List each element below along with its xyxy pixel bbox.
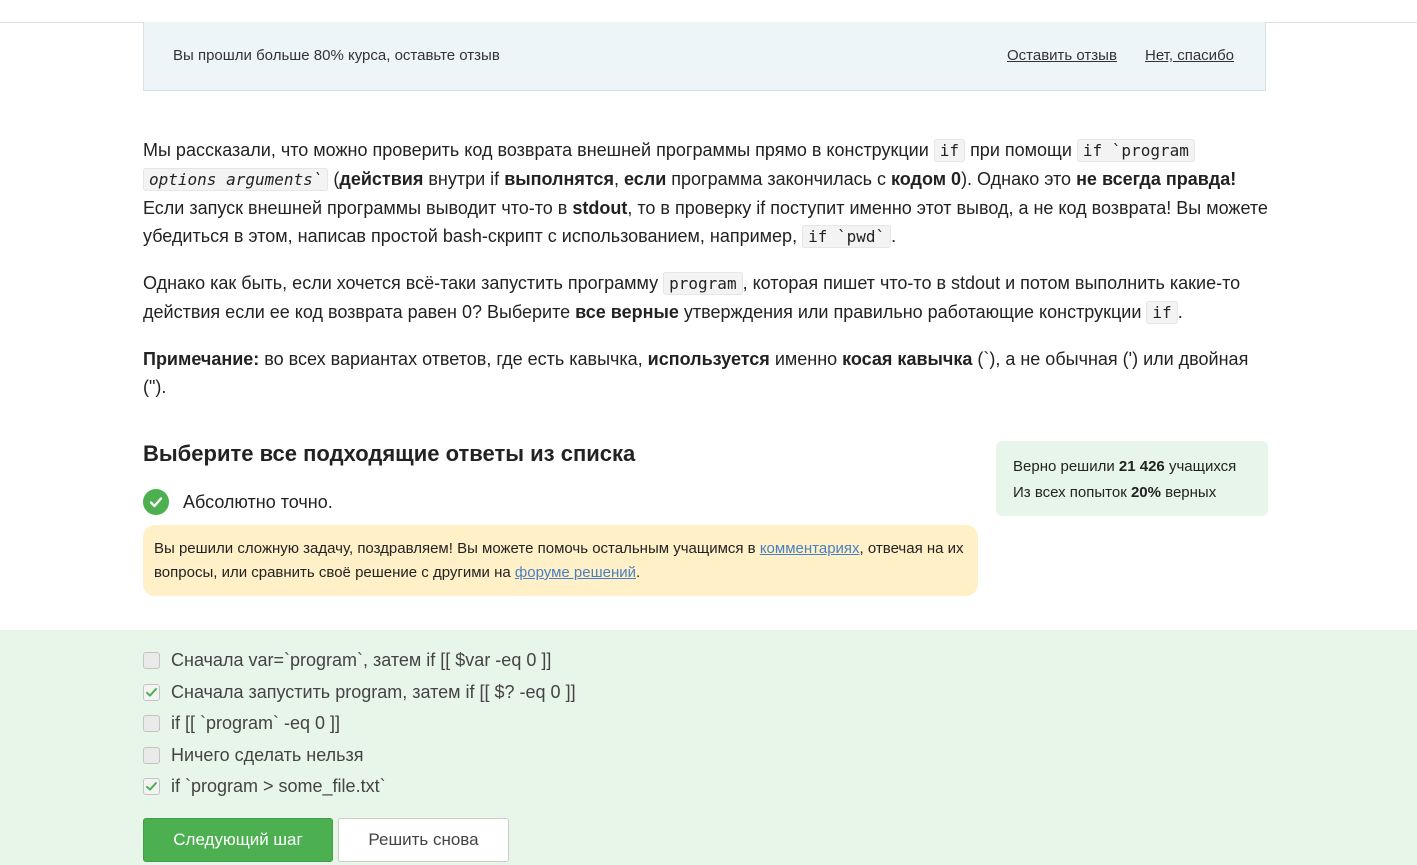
text-run: Мы рассказали, что можно проверить код в… (143, 140, 934, 160)
review-banner-text: Вы прошли больше 80% курса, оставьте отз… (173, 47, 500, 64)
answer-option-label: if [[ `program` -eq 0 ]] (171, 713, 341, 733)
bold-text: все верные (575, 302, 679, 322)
bold-text: выполнятся (504, 169, 614, 189)
answer-option[interactable]: if `program > some_file.txt` (143, 776, 386, 797)
checkmark-icon (146, 688, 157, 697)
stats-attempts: Из всех попыток 20% верных (1013, 480, 1251, 506)
lesson-paragraph-3: Примечание: во всех вариантах ответов, г… (143, 345, 1268, 401)
lesson-text: Мы рассказали, что можно проверить код в… (143, 136, 1268, 419)
text-run: Однако как быть, если хочется всё-таки з… (143, 273, 664, 293)
inline-code: if `program (1076, 139, 1195, 162)
no-thanks-link[interactable]: Нет, спасибо (1145, 47, 1234, 64)
solutions-forum-link[interactable]: форуме решений (515, 564, 636, 581)
result-text: Абсолютно точно. (183, 491, 333, 512)
bold-text: косая кавычка (842, 349, 973, 369)
checkbox[interactable] (143, 684, 160, 701)
text-run: учащихся (1164, 458, 1237, 475)
stats-box: Верно решили 21 426 учащихся Из всех поп… (996, 441, 1268, 516)
review-banner: Вы прошли больше 80% курса, оставьте отз… (143, 22, 1266, 91)
quiz-title: Выберите все подходящие ответы из списка (143, 441, 636, 466)
inline-code: if `pwd` (802, 225, 892, 248)
result-row: Абсолютно точно. (143, 489, 333, 515)
answer-option[interactable]: Сначала var=`program`, затем if [[ $var … (143, 650, 551, 671)
lesson-paragraph-2: Однако как быть, если хочется всё-таки з… (143, 269, 1268, 327)
leave-review-link[interactable]: Оставить отзыв (1007, 47, 1117, 64)
bold-text: не всегда правда! (1076, 169, 1237, 189)
answer-option-label: Ничего сделать нельзя (171, 745, 364, 765)
solved-count: 21 426 (1118, 458, 1165, 475)
stats-solved: Верно решили 21 426 учащихся (1013, 454, 1251, 480)
answer-option[interactable]: Ничего сделать нельзя (143, 745, 364, 766)
text-run: при помощи (965, 140, 1077, 160)
inline-code: if (933, 139, 966, 162)
text-run: Верно решили (1013, 458, 1119, 475)
checkbox[interactable] (143, 652, 160, 669)
text-run: внутри if (423, 169, 505, 189)
checkmark-icon (146, 782, 157, 791)
answer-option[interactable]: Сначала запустить program, затем if [[ $… (143, 682, 576, 703)
checkmark-circle-icon (143, 489, 169, 515)
text-run: Вы решили сложную задачу, поздравляем! В… (154, 540, 760, 557)
inline-code: if (1146, 301, 1178, 324)
text-run: . (1177, 302, 1183, 322)
next-step-button[interactable]: Следующий шаг (143, 818, 333, 862)
bold-text: stdout (572, 198, 628, 218)
inline-code: program (663, 272, 743, 295)
text-run: именно (769, 349, 843, 369)
answer-option[interactable]: if [[ `program` -eq 0 ]] (143, 713, 340, 734)
text-run: Если запуск внешней программы выводит чт… (143, 198, 573, 218)
text-run: , (613, 169, 624, 189)
solve-again-button[interactable]: Решить снова (338, 818, 509, 862)
text-run: . (891, 226, 897, 246)
bold-text: кодом 0 (891, 169, 962, 189)
text-run: Из всех попыток (1013, 484, 1131, 501)
text-run: ( (328, 169, 340, 189)
text-run: утверждения или правильно работающие кон… (678, 302, 1147, 322)
checkbox[interactable] (143, 778, 160, 795)
lesson-paragraph-1: Мы рассказали, что можно проверить код в… (143, 136, 1268, 251)
text-run: . (636, 564, 641, 581)
text-run: программа закончилась с (666, 169, 892, 189)
bold-text: действия (339, 169, 424, 189)
answer-option-label: Сначала запустить program, затем if [[ $… (171, 682, 576, 702)
text-run: ). Однако это (961, 169, 1077, 189)
checkbox[interactable] (143, 747, 160, 764)
congrats-message: Вы решили сложную задачу, поздравляем! В… (143, 525, 978, 596)
bold-text: Примечание: (143, 349, 260, 369)
answer-option-label: if `program > some_file.txt` (171, 776, 386, 796)
inline-code: options arguments` (143, 168, 329, 191)
top-bar (0, 0, 1417, 23)
answer-option-label: Сначала var=`program`, затем if [[ $var … (171, 650, 552, 670)
attempts-percent: 20% (1130, 484, 1161, 501)
checkbox[interactable] (143, 715, 160, 732)
text-run: верных (1160, 484, 1217, 501)
comments-link[interactable]: комментариях (760, 540, 860, 557)
text-run: во всех вариантах ответов, где есть кавы… (259, 349, 648, 369)
bold-text: используется (647, 349, 770, 369)
bold-text: если (623, 169, 667, 189)
